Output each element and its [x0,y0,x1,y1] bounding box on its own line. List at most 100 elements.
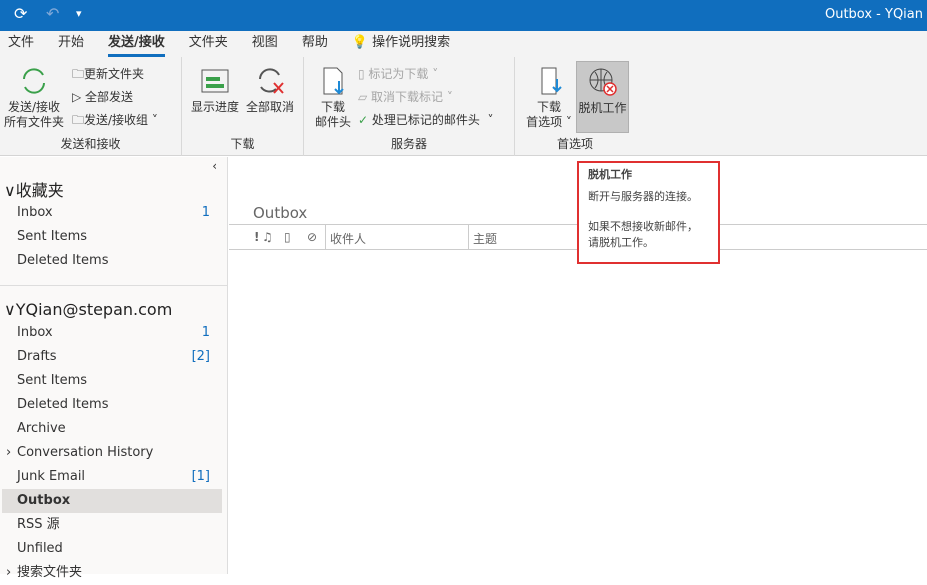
importance-column[interactable]: ! [254,230,259,244]
label: Outbox [17,493,71,508]
divider [0,285,227,286]
folder-sync-icon: 🗀 [72,67,85,81]
cancel-all-button[interactable]: 全部取消 [242,65,298,115]
title-bar: ⟳ ↶ ▾ Outbox - YQian [0,0,927,31]
label: Archive [17,421,66,436]
label: 脱机工作 [578,101,627,115]
folder-rss[interactable]: RSS 源 [2,513,222,537]
item-type-icon[interactable]: ▯ [284,230,291,244]
tab-home[interactable]: 开始 [58,31,84,57]
tab-view[interactable]: 视图 [252,31,278,57]
folder-search-folders[interactable]: › 搜索文件夹 [2,561,222,585]
folder-conversation-history[interactable]: › Conversation History [2,441,222,465]
send-all-button[interactable]: ▷ 全部发送 [72,88,133,105]
download-preferences-button[interactable]: 下载 首选项 ˅ [521,65,577,130]
group-preferences: 下载 首选项 ˅ 脱机工作 首选项 [515,57,635,156]
item-count: [2] [191,349,210,364]
cancel-sync-icon [259,68,284,94]
show-progress-button[interactable]: 显示进度 [190,65,240,115]
tab-send-receive[interactable]: 发送/接收 [108,31,165,57]
send-receive-all-button[interactable]: 发送/接收 所有文件夹 [2,65,66,130]
group-label: 首选项 [556,137,593,151]
sync-icon[interactable]: ⟳ [14,4,27,23]
tab-help[interactable]: 帮助 [302,31,328,57]
group-label: 服务器 [390,137,427,151]
send-icon: ▷ [72,90,86,104]
download-prefs-icon [541,67,562,95]
label: 发送/接收 [7,100,61,114]
label: 更新文件夹 [84,67,145,81]
label: 显示进度 [190,100,239,114]
label: Inbox [17,205,53,220]
ribbon: 发送/接收 所有文件夹 🗀更新文件夹 ▷ 全部发送 🗀发送/接收组 ˅ 发送和接… [0,57,927,156]
label: Unfiled [17,541,63,556]
label: Inbox [17,325,53,340]
subject-column[interactable]: 主题 [468,225,501,249]
label: YQian@stepan.com [15,300,173,319]
label: Deleted Items [17,397,109,412]
group-download: 显示进度 全部取消 下载 [182,57,304,156]
group-label: 发送和接收 [60,137,121,151]
folder-sent[interactable]: Sent Items [2,369,222,393]
folder-favorites-sent[interactable]: Sent Items [2,225,222,249]
label: 全部取消 [245,100,294,114]
folder-unfiled[interactable]: Unfiled [2,537,222,561]
tab-folder[interactable]: 文件夹 [189,31,228,57]
send-receive-groups-button[interactable]: 🗀发送/接收组 ˅ [72,111,158,132]
folder-junk[interactable]: Junk Email [1] [2,465,222,489]
favorites-header[interactable]: ∨收藏夹 [4,177,64,201]
folder-inbox[interactable]: Inbox 1 [2,321,222,345]
tooltip-text: 断开与服务器的连接。 [588,190,698,203]
sync-icon [23,68,45,94]
label: Sent Items [17,229,88,244]
tooltip-text: 请脱机工作。 [588,236,654,249]
tab-file[interactable]: 文件 [8,31,34,57]
folder-deleted[interactable]: Deleted Items [2,393,222,417]
label: 标记为下载 [368,67,429,81]
tell-me-search[interactable]: 💡 操作说明搜索 [352,31,450,57]
lightbulb-icon: 💡 [351,35,373,50]
work-offline-button[interactable]: 脱机工作 [576,61,629,133]
label: 邮件头 [314,115,351,129]
unmark-download-button[interactable]: ▱ 取消下载标记 ˅ [358,88,453,105]
unread-count: 1 [201,325,210,340]
check-icon: ✓ [358,113,372,127]
group-send-receive: 发送/接收 所有文件夹 🗀更新文件夹 ▷ 全部发送 🗀发送/接收组 ˅ 发送和接… [0,57,182,156]
unread-count: [1] [191,469,210,484]
unread-count: 1 [201,205,210,220]
collapse-pane-icon[interactable]: ‹ [212,159,217,173]
window-title: Outbox - YQian [824,7,923,22]
label: Junk Email [17,469,86,484]
label: 下载 [320,100,345,114]
label: 所有文件夹 [3,115,64,129]
folder-outbox[interactable]: Outbox [2,489,222,513]
update-folder-button[interactable]: 🗀更新文件夹 [72,65,144,86]
mark-to-download-button[interactable]: ▯ 标记为下载 ˅ [358,65,438,82]
attachment-icon[interactable]: ⊘ [307,230,317,244]
work-offline-tooltip: 脱机工作 断开与服务器的连接。 如果不想接收新邮件， 请脱机工作。 [577,161,720,264]
folder-favorites-inbox[interactable]: Inbox 1 [2,201,222,225]
group-server: 下载 邮件头 ▯ 标记为下载 ˅ ▱ 取消下载标记 ˅ ✓ 处理已标记的邮件头 … [304,57,515,156]
reminder-bell-icon[interactable]: ♫ [262,230,273,244]
download-headers-button[interactable]: 下载 邮件头 [312,65,354,130]
account-header[interactable]: ∨YQian@stepan.com [4,300,172,319]
ribbon-tabs: 文件 开始 发送/接收 文件夹 视图 帮助 💡 操作说明搜索 [0,31,927,57]
label: Conversation History [17,445,154,460]
label: 首选项 [526,115,563,129]
folder-favorites-deleted[interactable]: Deleted Items [2,249,222,273]
expand-icon[interactable]: › [6,441,11,465]
folder-drafts[interactable]: Drafts [2] [2,345,222,369]
folder-archive[interactable]: Archive [2,417,222,441]
progress-icon [201,69,229,93]
label: Deleted Items [17,253,109,268]
search-label: 操作说明搜索 [372,35,451,50]
label: 收藏夹 [15,181,64,200]
undo-icon[interactable]: ↶ [46,4,59,23]
folder-title: Outbox [253,204,308,222]
process-marked-headers-button[interactable]: ✓ 处理已标记的邮件头 ˅ [358,111,494,128]
label: 下载 [536,100,561,114]
download-header-icon [323,67,344,95]
to-column[interactable]: 收件人 [325,225,370,249]
expand-icon[interactable]: › [6,561,11,585]
customize-toolbar-icon[interactable]: ▾ [76,7,82,20]
